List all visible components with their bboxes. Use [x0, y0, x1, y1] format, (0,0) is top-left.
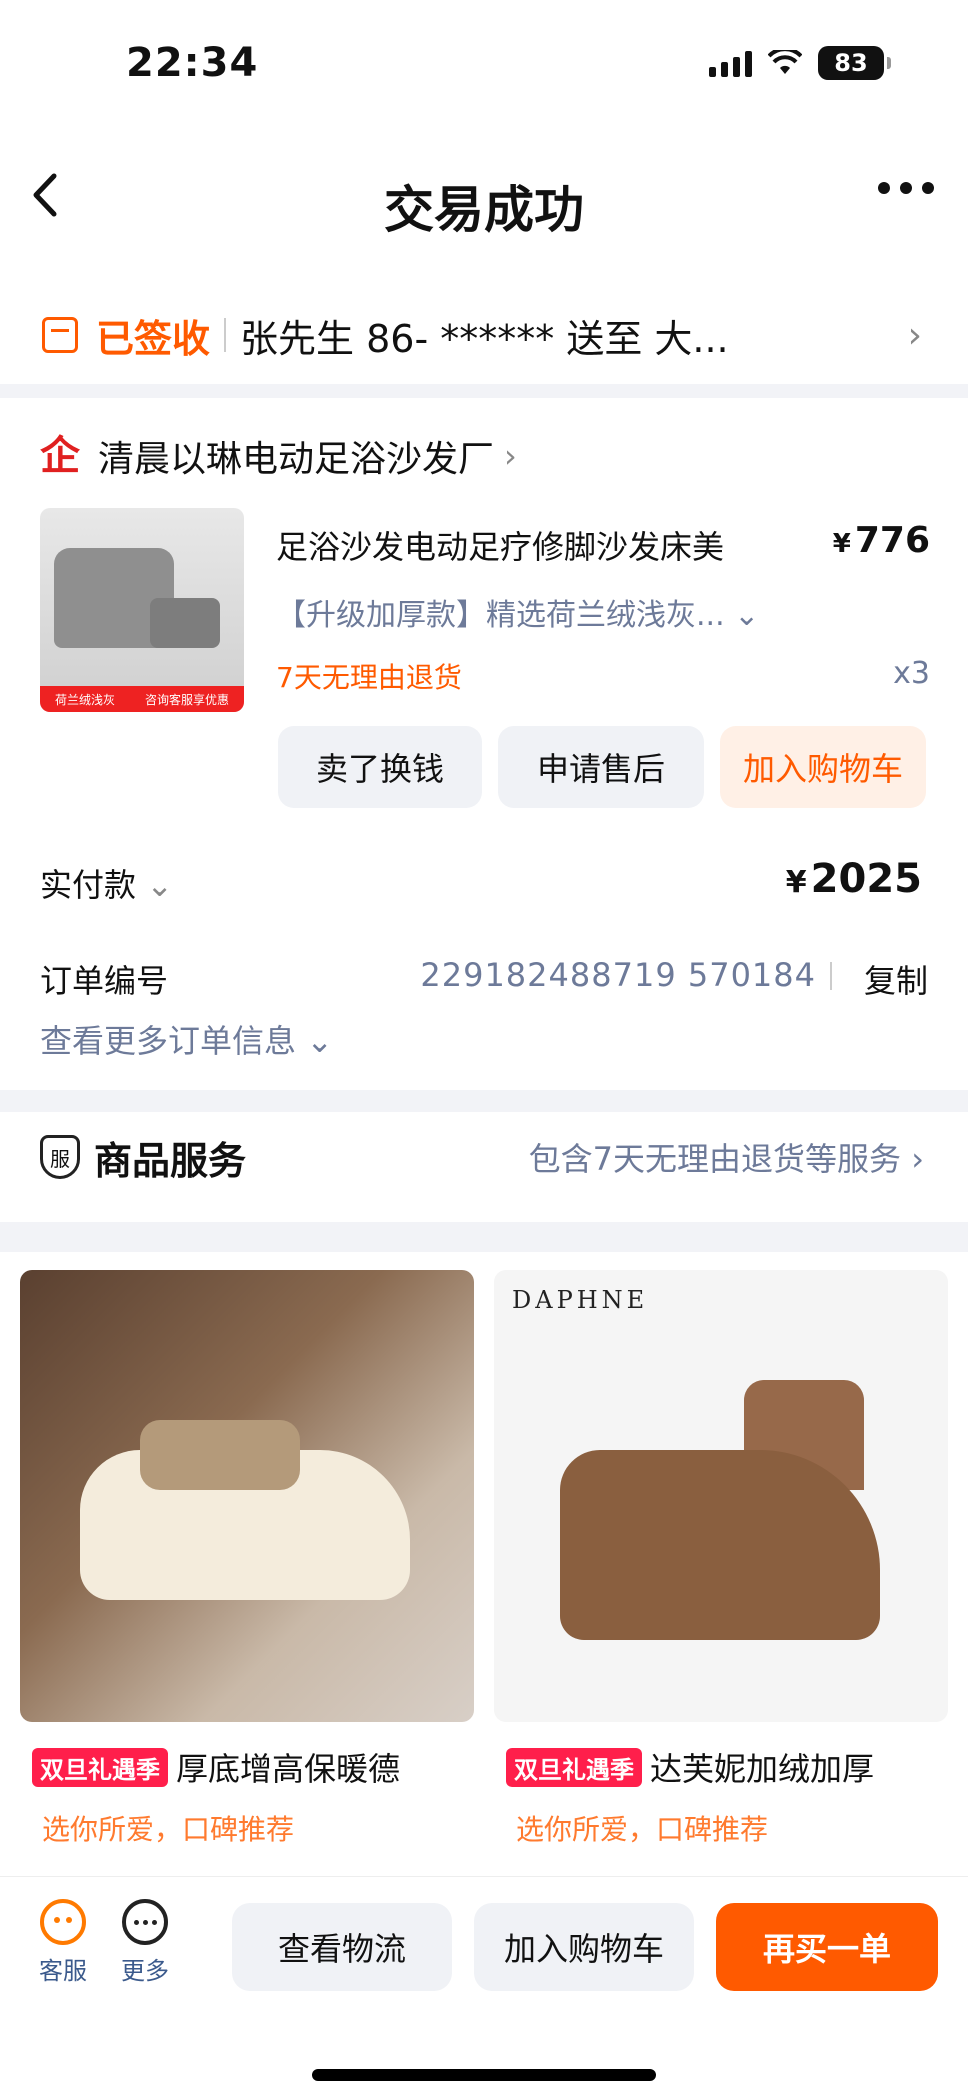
chevron-down-icon: ⌄: [146, 866, 173, 904]
product-spec-dropdown[interactable]: 【升级加厚款】精选荷兰绒浅灰... ⌄: [276, 590, 759, 634]
more-options-button[interactable]: [878, 182, 934, 194]
chevron-down-icon: ⌄: [306, 1022, 333, 1060]
product-image[interactable]: DAPHNE: [494, 1270, 948, 1722]
buy-again-button[interactable]: 再买一单: [716, 1903, 938, 1991]
service-title: 商品服务: [94, 1138, 247, 1183]
section-divider: [0, 1222, 968, 1252]
delivery-status: 已签收: [96, 316, 211, 361]
service-row[interactable]: 服 商品服务 包含7天无理由退货等服务 ›: [40, 1112, 924, 1202]
brand-logo: DAPHNE: [512, 1286, 649, 1314]
chevron-right-icon: ›: [911, 1140, 924, 1178]
chevron-down-icon: ⌄: [734, 598, 760, 633]
page-title: 交易成功: [384, 181, 584, 239]
delivery-address: 张先生 86- ****** 送至 大...: [240, 316, 729, 361]
section-divider: [0, 384, 968, 398]
view-logistics-button[interactable]: 查看物流: [232, 1903, 452, 1991]
divider: [224, 318, 227, 352]
product-image[interactable]: [20, 1270, 474, 1722]
product-quantity: x3: [893, 656, 930, 691]
customer-service-icon: [40, 1899, 86, 1945]
chevron-right-icon: ›: [504, 437, 517, 475]
service-shield-icon: 服: [40, 1135, 80, 1179]
sell-button[interactable]: 卖了换钱: [278, 726, 482, 808]
status-icons: 83: [709, 46, 891, 80]
order-number: 229182488719 570184: [420, 956, 816, 994]
after-sale-button[interactable]: 申请售后: [498, 726, 704, 808]
recommendation-title: 双旦礼遇季 厚底增高保暖德: [20, 1744, 474, 1790]
recommendation-subtitle: 选你所爱，口碑推荐: [42, 1813, 295, 1846]
battery-icon: 83: [818, 46, 891, 80]
status-bar: 22:34 83: [0, 0, 968, 130]
package-icon: [42, 317, 78, 353]
more-icon: [122, 1899, 168, 1945]
payment-amount: ¥2025: [785, 856, 922, 902]
return-policy: 7天无理由退货: [276, 661, 462, 694]
recommendation-card[interactable]: 双旦礼遇季 厚底增高保暖德 选你所爱，口碑推荐: [20, 1270, 474, 1848]
add-cart-bottom-button[interactable]: 加入购物车: [474, 1903, 694, 1991]
order-label: 订单编号: [40, 962, 169, 1000]
product-price: ¥776: [832, 520, 930, 561]
product-title: 足浴沙发电动足疗修脚沙发床美: [276, 528, 725, 566]
more-order-info-link[interactable]: 查看更多订单信息 ⌄: [40, 1016, 333, 1062]
order-product[interactable]: 荷兰绒浅灰 咨询客服享优惠 足浴沙发电动足疗修脚沙发床美 ¥776 【升级加厚款】…: [40, 508, 930, 712]
service-desc: 包含7天无理由退货等服务 ›: [528, 1140, 924, 1178]
recommendation-subtitle: 选你所爱，口碑推荐: [516, 1813, 769, 1846]
wifi-icon: [768, 50, 802, 74]
signal-icon: [709, 49, 752, 77]
customer-service-button[interactable]: 客服: [28, 1899, 98, 1986]
add-cart-button[interactable]: 加入购物车: [720, 726, 926, 808]
recommendation-title: 双旦礼遇季 达芙妮加绒加厚: [494, 1744, 948, 1790]
section-divider: [0, 1090, 968, 1112]
promo-tag: 双旦礼遇季: [506, 1747, 642, 1787]
shop-icon: 企: [40, 433, 80, 479]
shop-name: 清晨以琳电动足浴沙发厂: [98, 439, 495, 480]
recommendation-grid: 双旦礼遇季 厚底增高保暖德 选你所爱，口碑推荐 DAPHNE 双旦礼遇季 达芙妮…: [20, 1270, 948, 1870]
product-image[interactable]: 荷兰绒浅灰 咨询客服享优惠: [40, 508, 244, 712]
home-indicator: [312, 2069, 656, 2081]
nav-header: 交易成功: [0, 160, 968, 246]
shop-link[interactable]: 企 清晨以琳电动足浴沙发厂 ›: [40, 430, 517, 482]
status-time: 22:34: [126, 40, 259, 86]
copy-button[interactable]: 复制: [864, 956, 928, 1002]
delivery-row[interactable]: 已签收 张先生 86- ****** 送至 大... ›: [0, 290, 968, 380]
divider: [830, 962, 832, 990]
bottom-action-bar: 客服 更多 查看物流 加入购物车 再买一单: [0, 1876, 968, 2097]
product-actions: 卖了换钱 申请售后 加入购物车: [278, 726, 926, 808]
payment-label: 实付款 ⌄: [40, 866, 173, 904]
chevron-right-icon: ›: [907, 314, 922, 356]
recommendation-card[interactable]: DAPHNE 双旦礼遇季 达芙妮加绒加厚 选你所爱，口碑推荐: [494, 1270, 948, 1848]
promo-tag: 双旦礼遇季: [32, 1747, 168, 1787]
more-button[interactable]: 更多: [110, 1899, 180, 1986]
